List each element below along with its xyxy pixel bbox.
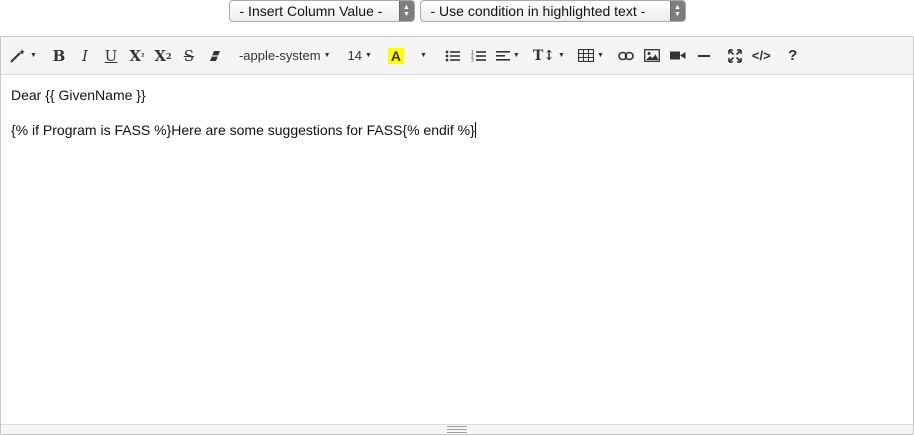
strikethrough-button[interactable]: S — [176, 43, 202, 69]
editor-line-greeting[interactable]: Dear {{ GivenName }} — [11, 85, 903, 105]
insert-horizontal-rule-button[interactable] — [691, 43, 717, 69]
chevron-down-icon: ▼ — [596, 52, 604, 59]
insert-group — [613, 43, 717, 69]
font-size-group: 14 ▼ — [342, 43, 378, 69]
italic-button[interactable]: I — [72, 43, 98, 69]
editor-toolbar: ▼ B I U X² X2 S -apple-system ▼ 14 ▼ A ▼… — [1, 37, 913, 75]
underline-button[interactable]: U — [98, 43, 124, 69]
line-height-label: T↕ — [532, 47, 556, 64]
subscript-label: X — [154, 46, 166, 65]
table-group: ▼ — [574, 43, 608, 69]
color-dropdown-button[interactable]: ▼ — [409, 43, 435, 69]
rich-text-editor: ▼ B I U X² X2 S -apple-system ▼ 14 ▼ A ▼… — [0, 36, 914, 435]
insert-column-value-select[interactable]: - Insert Column Value - ▲ ▼ — [228, 0, 415, 22]
template-selects-row: - Insert Column Value - ▲ ▼ - Use conditi… — [0, 0, 914, 22]
code-view-button[interactable]: </> — [748, 43, 775, 69]
ordered-list-icon: 1 2 3 — [471, 49, 486, 63]
image-icon — [643, 49, 660, 62]
recent-color-button[interactable]: A — [383, 43, 409, 69]
help-button[interactable]: ? — [780, 43, 806, 69]
fullscreen-button[interactable] — [722, 43, 748, 69]
horizontal-rule-icon — [697, 54, 710, 57]
svg-text:3: 3 — [471, 57, 474, 63]
font-style-group: B I U X² X2 S — [46, 43, 228, 69]
chevron-down-icon: ▼ — [364, 52, 372, 59]
insert-image-button[interactable] — [639, 43, 665, 69]
resize-grip-icon — [447, 426, 467, 433]
unordered-list-button[interactable] — [440, 43, 466, 69]
use-condition-select[interactable]: - Use condition in highlighted text - ▲ ▼ — [419, 0, 686, 22]
unordered-list-icon — [445, 50, 460, 61]
eraser-icon — [209, 50, 220, 61]
chevron-down-icon: ▼ — [30, 52, 37, 59]
fullscreen-icon — [728, 48, 742, 63]
line-height-dropdown[interactable]: T↕ ▼ — [529, 43, 569, 69]
superscript-mark: ² — [141, 50, 145, 61]
align-left-icon — [495, 50, 510, 61]
font-name-value: -apple-system — [238, 48, 321, 63]
link-icon — [618, 51, 634, 60]
line-height-group: T↕ ▼ — [529, 43, 569, 69]
font-name-dropdown[interactable]: -apple-system ▼ — [233, 43, 337, 69]
chevron-down-icon: ▼ — [558, 52, 565, 59]
table-dropdown[interactable]: ▼ — [574, 43, 608, 69]
insert-column-value-label: - Insert Column Value - — [239, 3, 383, 19]
style-button[interactable]: ▼ — [5, 43, 41, 69]
help-group: ? — [780, 43, 806, 69]
select-arrows-icon: ▲ ▼ — [669, 1, 685, 21]
paragraph-align-dropdown[interactable]: ▼ — [492, 43, 524, 69]
chevron-down-icon: ▼ — [419, 52, 427, 59]
editor-line-condition-text: {% if Program is FASS %}Here are some su… — [11, 122, 475, 138]
insert-link-button[interactable] — [613, 43, 639, 69]
bold-button[interactable]: B — [46, 43, 72, 69]
select-arrows-icon: ▲ ▼ — [398, 1, 414, 21]
video-icon — [669, 51, 686, 60]
editor-resize-handle[interactable] — [1, 424, 913, 434]
text-color-a-icon: A — [387, 47, 404, 64]
insert-video-button[interactable] — [665, 43, 691, 69]
magic-wand-icon — [10, 48, 25, 63]
font-size-value: 14 — [347, 48, 362, 63]
editor-content-area[interactable]: Dear {{ GivenName }} {% if Program is FA… — [1, 75, 913, 425]
superscript-label: X — [129, 46, 141, 65]
view-group: </> — [722, 43, 775, 69]
text-cursor — [474, 122, 476, 138]
table-icon — [577, 49, 594, 62]
chevron-down-icon: ▼ — [512, 52, 520, 59]
subscript-button[interactable]: X2 — [150, 43, 176, 69]
font-name-group: -apple-system ▼ — [233, 43, 337, 69]
superscript-button[interactable]: X² — [124, 43, 150, 69]
color-group: A ▼ — [383, 43, 435, 69]
chevron-down-icon: ▼ — [323, 52, 331, 59]
editor-line-condition[interactable]: {% if Program is FASS %}Here are some su… — [11, 120, 903, 140]
code-view-label: </> — [751, 48, 771, 63]
clear-format-button[interactable] — [202, 43, 228, 69]
ordered-list-button[interactable]: 1 2 3 — [466, 43, 492, 69]
style-group: ▼ — [5, 43, 41, 69]
font-size-dropdown[interactable]: 14 ▼ — [342, 43, 378, 69]
subscript-mark: 2 — [165, 50, 172, 61]
paragraph-group: 1 2 3 ▼ — [440, 43, 524, 69]
use-condition-label: - Use condition in highlighted text - — [430, 3, 646, 19]
